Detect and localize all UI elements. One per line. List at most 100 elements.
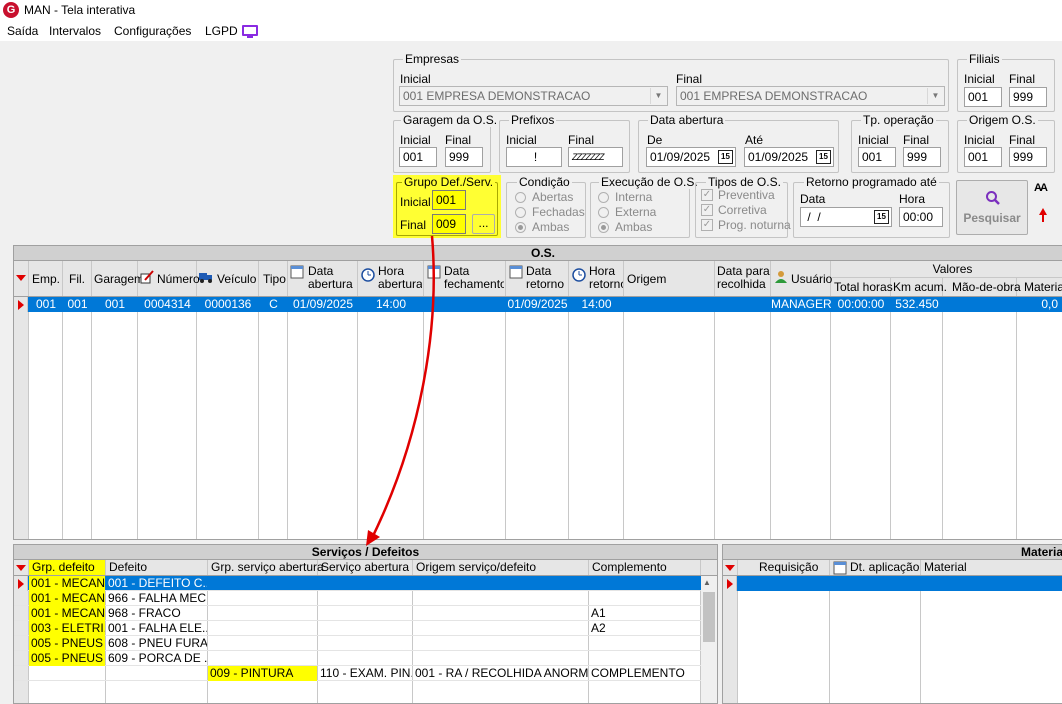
grupo-def-final-input[interactable]: 009 (432, 214, 466, 234)
condicao-abertas-radio[interactable] (515, 192, 526, 203)
cell-servico-abertura (318, 651, 412, 666)
col-hora-abertura[interactable]: Hora abertura (378, 265, 422, 291)
data-ate-input[interactable]: 01/09/202515 (744, 147, 834, 167)
cell-data-abertura: 01/09/2025 (288, 297, 358, 312)
grupo-def-lookup-button[interactable]: ... (472, 214, 495, 234)
col-emp[interactable]: Emp. (32, 273, 60, 286)
cell-veiculo: 0000136 (197, 297, 259, 312)
menu-configuracoes[interactable]: Configurações (114, 24, 191, 38)
vertical-scrollbar[interactable]: ▲ (701, 576, 717, 704)
chevron-down-icon[interactable]: ▼ (927, 88, 943, 104)
arrow-up-icon[interactable] (1038, 207, 1048, 223)
prefixo-final-input[interactable]: ZZZZZZZ (568, 147, 623, 167)
filial-final-input[interactable]: 999 (1009, 87, 1047, 107)
materiais-row[interactable] (723, 576, 1062, 591)
cell-defeito: 609 - PORCA DE ... (106, 651, 207, 666)
col-mao-de-obra[interactable]: Mão-de-obra (952, 281, 1021, 294)
preventiva-checkbox[interactable]: ✓ (701, 189, 713, 201)
truck-icon (199, 270, 213, 284)
condicao-fechadas-radio[interactable] (515, 207, 526, 218)
calendar-icon[interactable]: 15 (816, 150, 831, 164)
os-row[interactable]: 001 001 001 0004314 0000136 C 01/09/2025… (14, 297, 1062, 312)
cell-data-retorno: 01/09/2025 (506, 297, 569, 312)
garagem-final-input[interactable]: 999 (445, 147, 483, 167)
col-servico-abertura[interactable]: Serviço abertura (321, 561, 409, 574)
font-size-icon[interactable]: AA (1034, 182, 1046, 194)
data-ate-label: Até (745, 133, 763, 147)
col-total-horas[interactable]: Total horas (834, 281, 893, 294)
col-data-recolhida[interactable]: Data para recolhida (717, 265, 770, 291)
calendar-icon[interactable]: 15 (718, 150, 733, 164)
col-origem[interactable]: Origem (627, 273, 666, 286)
scrollbar-thumb[interactable] (703, 592, 715, 642)
prog-noturna-checkbox[interactable]: ✓ (701, 219, 713, 231)
cell-materiais: 0,0 (1017, 297, 1062, 312)
cell-mao-de-obra (943, 297, 1017, 312)
servico-row[interactable]: 001 - MECAN...001 - DEFEITO C... (14, 576, 701, 591)
servico-row[interactable]: 001 - MECAN...966 - FALHA MEC... (14, 591, 701, 606)
origem-os-label: Origem O.S. (967, 114, 1038, 127)
pesquisar-button[interactable]: Pesquisar (956, 180, 1028, 235)
garagem-inicial-input[interactable]: 001 (399, 147, 437, 167)
os-grid-header: Emp. Fil. Garagem Número Veículo Tipo Da… (14, 261, 1062, 297)
retorno-hora-input[interactable]: 00:00 (899, 207, 943, 227)
servico-row[interactable]: 005 - PNEUS608 - PNEU FURA... (14, 636, 701, 651)
chevron-down-icon[interactable]: ▼ (650, 88, 666, 104)
col-requisicao[interactable]: Requisição (759, 561, 818, 574)
condicao-ambas-radio[interactable] (515, 222, 526, 233)
scroll-up-icon[interactable]: ▲ (703, 578, 711, 587)
empresa-inicial-select[interactable]: 001 EMPRESA DEMONSTRACAO▼ (399, 86, 668, 106)
col-complemento[interactable]: Complemento (592, 561, 667, 574)
tp-operacao-final-input[interactable]: 999 (903, 147, 941, 167)
col-usuario[interactable]: Usuário (791, 273, 832, 286)
retorno-data-input[interactable]: / /15 (800, 207, 892, 227)
col-material[interactable]: Material (924, 561, 967, 574)
col-grp-servico-abertura[interactable]: Grp. serviço abertura (211, 561, 324, 574)
calendar-icon (427, 265, 441, 279)
filial-inicial-input[interactable]: 001 (964, 87, 1002, 107)
search-icon (985, 190, 1001, 206)
servico-row[interactable]: 005 - PNEUS609 - PORCA DE ... (14, 651, 701, 666)
grupo-def-inicial-input[interactable]: 001 (432, 190, 466, 210)
col-fil[interactable]: Fil. (69, 273, 85, 286)
sort-indicator-icon (16, 275, 26, 281)
col-data-fechamento[interactable]: Data fechamento (444, 265, 504, 291)
corretiva-label: Corretiva (718, 203, 767, 217)
cell-grp-servico-abertura (208, 576, 317, 591)
col-grp-defeito[interactable]: Grp. defeito (32, 561, 95, 574)
servico-row[interactable]: 003 - ELETRI...001 - FALHA ELE...A2 (14, 621, 701, 636)
prefixo-inicial-input[interactable]: ! (506, 147, 562, 167)
col-data-abertura[interactable]: Data abertura (308, 265, 356, 291)
col-data-retorno[interactable]: Data retorno (526, 265, 568, 291)
origem-os-final-input[interactable]: 999 (1009, 147, 1047, 167)
col-hora-retorno[interactable]: Hora retorno (589, 265, 623, 291)
col-defeito[interactable]: Defeito (109, 561, 147, 574)
servico-row[interactable]: 001 - MECAN...968 - FRACOA1 (14, 606, 701, 621)
execucao-ambas-radio[interactable] (598, 222, 609, 233)
col-tipo[interactable]: Tipo (263, 273, 286, 286)
cell-data-recolhida (715, 297, 771, 312)
servico-row[interactable]: 009 - PINTURA110 - EXAM. PIN...001 - RA … (14, 666, 701, 681)
col-materiais[interactable]: Materiai (1024, 281, 1062, 294)
col-km-acum[interactable]: Km acum. (893, 281, 947, 294)
origem-os-inicial-input[interactable]: 001 (964, 147, 1002, 167)
col-garagem[interactable]: Garagem (94, 273, 144, 286)
col-origem-servico-defeito[interactable]: Origem serviço/defeito (416, 561, 536, 574)
empresas-final-label: Final (676, 72, 702, 86)
execucao-interna-radio[interactable] (598, 192, 609, 203)
col-dt-aplicacao[interactable]: Dt. aplicação (850, 561, 919, 574)
corretiva-checkbox[interactable]: ✓ (701, 204, 713, 216)
menu-lgpd[interactable]: LGPD (205, 24, 238, 38)
menu-intervalos[interactable]: Intervalos (49, 24, 101, 38)
os-grid-title: O.S. (14, 246, 1062, 261)
execucao-externa-radio[interactable] (598, 207, 609, 218)
tp-operacao-inicial-input[interactable]: 001 (858, 147, 896, 167)
monitor-icon[interactable] (242, 25, 258, 36)
col-veiculo[interactable]: Veículo (217, 273, 256, 286)
calendar-icon[interactable]: 15 (874, 210, 889, 224)
empresa-final-select[interactable]: 001 EMPRESA DEMONSTRACAO▼ (676, 86, 945, 106)
edit-icon (140, 270, 154, 284)
data-de-input[interactable]: 01/09/202515 (646, 147, 736, 167)
col-numero[interactable]: Número (157, 273, 200, 286)
menu-saida[interactable]: Saída (7, 24, 38, 38)
